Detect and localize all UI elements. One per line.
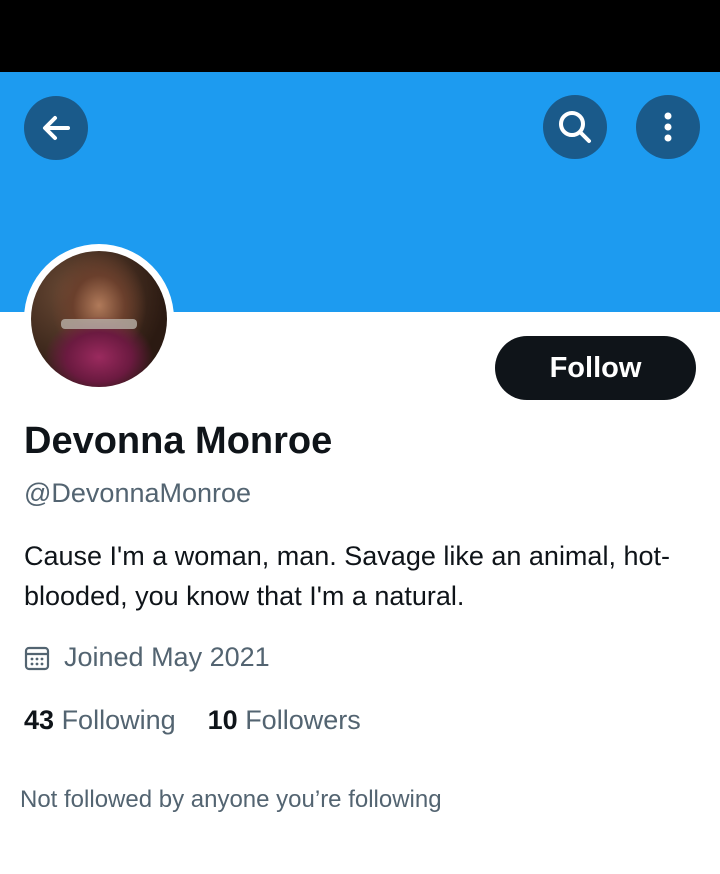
avatar-detail	[61, 319, 137, 329]
profile-name: Devonna Monroe	[24, 420, 333, 462]
status-bar	[0, 0, 720, 72]
following-label: Following	[61, 705, 176, 735]
joined-date: Joined May 2021	[24, 642, 270, 673]
more-options-button[interactable]	[636, 95, 700, 159]
follow-stats: 43 Following 10 Followers	[24, 705, 361, 736]
joined-text: Joined May 2021	[64, 642, 270, 672]
search-icon	[559, 111, 591, 143]
calendar-icon	[24, 646, 50, 670]
back-button[interactable]	[24, 96, 88, 160]
profile-handle: @DevonnaMonroe	[24, 478, 252, 508]
follow-button[interactable]: Follow	[495, 336, 696, 400]
avatar[interactable]	[31, 251, 167, 387]
followers-link[interactable]: 10 Followers	[208, 705, 361, 736]
following-count: 43	[24, 705, 55, 735]
profile-bio: Cause I'm a woman, man. Savage like an a…	[24, 541, 670, 611]
more-vertical-icon	[664, 112, 672, 142]
followers-count: 10	[207, 705, 238, 735]
followers-label: Followers	[245, 705, 361, 735]
following-link[interactable]: 43 Following	[24, 705, 176, 736]
mutuals-note: Not followed by anyone you’re following	[20, 786, 442, 813]
avatar-frame[interactable]	[24, 244, 174, 394]
arrow-left-icon	[43, 116, 70, 140]
search-button[interactable]	[543, 95, 607, 159]
